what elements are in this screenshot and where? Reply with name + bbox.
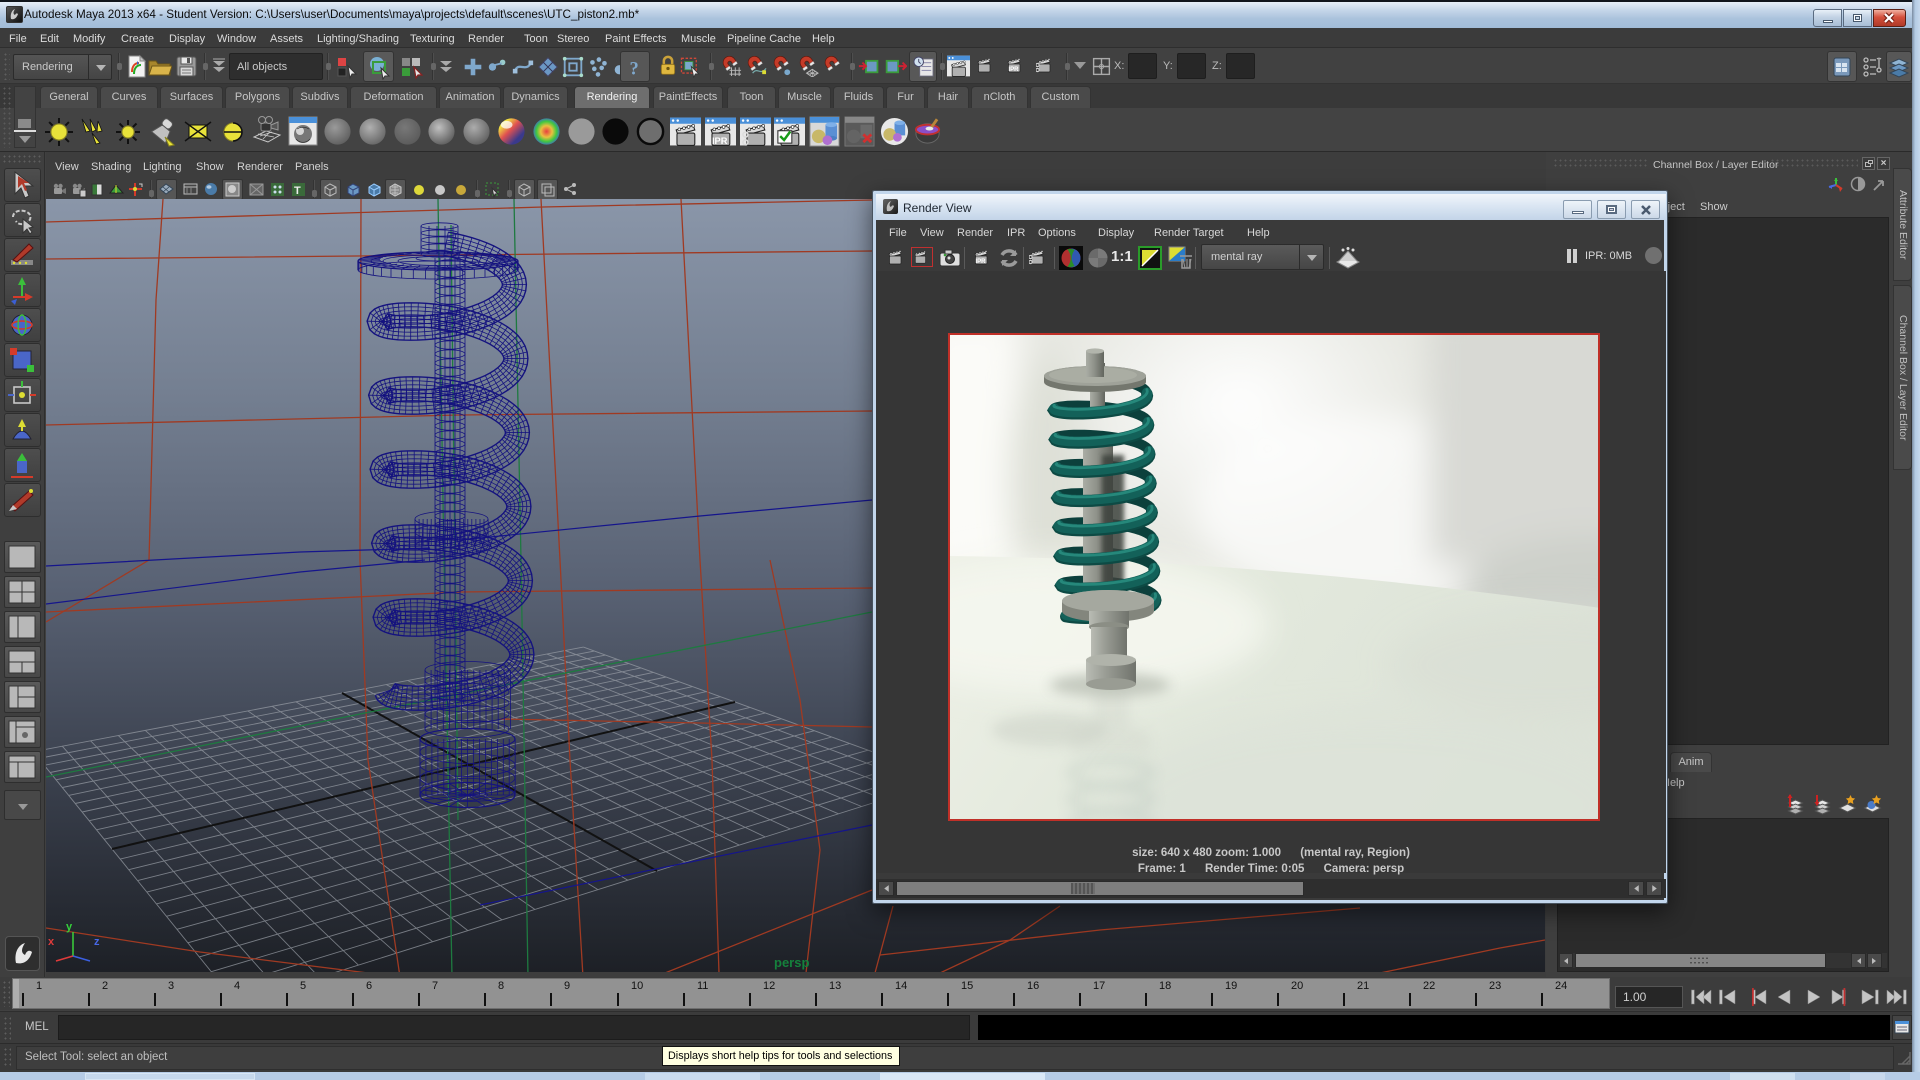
- svg-text:persp: persp: [774, 955, 809, 970]
- svg-text:IPR: IPR: [712, 136, 728, 146]
- svg-text:IPR: IPR: [1009, 67, 1020, 73]
- svg-text:IPR: IPR: [976, 259, 987, 265]
- svg-text:y: y: [66, 921, 73, 933]
- svg-text:T: T: [294, 185, 301, 197]
- svg-text:x: x: [48, 936, 55, 948]
- svg-text:?: ?: [629, 58, 638, 78]
- svg-text:z: z: [94, 936, 100, 948]
